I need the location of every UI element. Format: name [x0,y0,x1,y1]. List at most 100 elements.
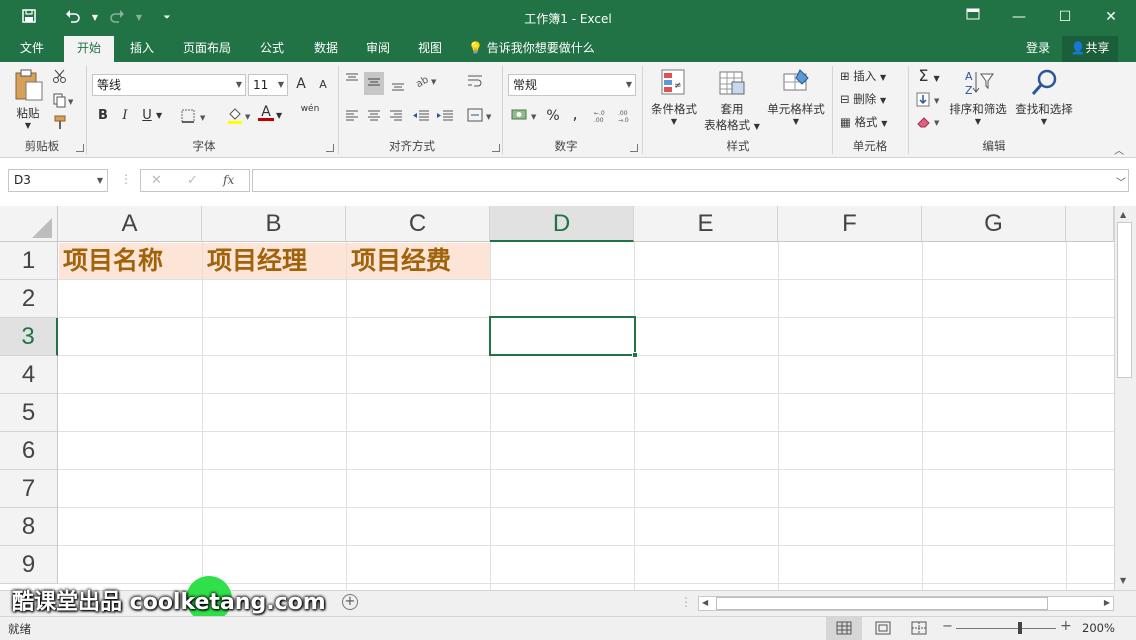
signin-link[interactable]: 登录 [1018,36,1058,62]
bottom-align-icon[interactable] [390,76,406,95]
clipboard-launcher-icon[interactable] [76,144,84,152]
merge-center-icon[interactable]: ▼ [466,106,494,127]
tab-review[interactable]: 审阅 [354,36,402,62]
zoom-slider-track[interactable] [956,628,1056,629]
alignment-launcher-icon[interactable] [492,144,500,152]
column-header-e[interactable]: E [634,206,778,242]
zoom-in-button[interactable]: + [1060,618,1072,634]
paste-button[interactable]: 粘贴 ▼ [10,68,46,130]
new-sheet-icon[interactable]: + [342,594,358,610]
page-layout-view-button[interactable] [870,617,896,640]
column-header-h[interactable] [1066,206,1114,242]
font-color-button[interactable]: A [258,104,274,121]
ribbon-display-icon[interactable] [950,0,996,34]
vertical-scroll-thumb[interactable] [1117,222,1132,378]
tab-page-layout[interactable]: 页面布局 [176,36,238,62]
page-break-view-button[interactable] [906,617,932,640]
row-header-8[interactable]: 8 [0,508,58,546]
borders-icon[interactable]: ▼ [180,108,210,127]
number-launcher-icon[interactable] [630,144,638,152]
column-header-d[interactable]: D [490,206,634,242]
cell-c1[interactable]: 项目经费 [346,242,490,280]
row-header-3[interactable]: 3 [0,318,58,356]
column-header-g[interactable]: G [922,206,1066,242]
collapse-ribbon-icon[interactable]: ︿ [1114,142,1124,157]
row-header-5[interactable]: 5 [0,394,58,432]
column-header-b[interactable]: B [202,206,346,242]
scroll-up-icon[interactable]: ▲ [1120,210,1126,219]
minimize-icon[interactable]: — [996,0,1042,34]
zoom-out-button[interactable]: − [942,619,953,634]
wrap-text-icon[interactable] [466,72,484,93]
fill-color-icon[interactable]: ▼ [226,106,256,129]
find-select-button[interactable]: 查找和选择 ▼ [1010,68,1078,134]
middle-align-icon[interactable] [364,72,384,95]
format-painter-icon[interactable] [52,114,68,133]
align-center-icon[interactable] [366,108,382,127]
active-cell-d3[interactable] [489,316,638,358]
column-header-a[interactable]: A [58,206,202,242]
format-cells-button[interactable]: ▦ 格式 ▼ [840,114,887,130]
phonetic-button[interactable]: wén [300,104,320,114]
shrink-font-button[interactable]: A [316,78,330,91]
sort-filter-button[interactable]: AZ 排序和筛选 ▼ [946,68,1010,134]
accounting-format-icon[interactable]: ▼ [510,106,540,127]
zoom-slider-thumb[interactable] [1018,622,1022,634]
autosum-button[interactable]: Σ ▼ [914,66,944,85]
italic-button[interactable]: I [118,108,132,123]
cell-b1[interactable]: 项目经理 [202,242,346,280]
normal-view-button[interactable] [826,617,862,640]
scroll-down-icon[interactable]: ▼ [1120,576,1126,585]
scroll-left-icon[interactable]: ◀ [702,598,708,607]
insert-function-icon[interactable]: fx [223,173,234,187]
name-box[interactable]: D3 ▼ [8,169,108,192]
share-button[interactable]: 👤共享 [1062,36,1118,62]
increase-decimal-icon[interactable]: ←.0.00 [594,108,612,127]
fill-handle[interactable] [632,352,638,358]
row-header-7[interactable]: 7 [0,470,58,508]
underline-button[interactable]: U [140,108,154,123]
column-header-c[interactable]: C [346,206,490,242]
zoom-level[interactable]: 200% [1082,621,1115,635]
row-header-1[interactable]: 1 [0,242,58,280]
align-left-icon[interactable] [344,108,360,127]
font-color-dropdown-icon[interactable]: ▼ [276,111,282,120]
maximize-icon[interactable]: ☐ [1042,0,1088,34]
cell-styles-button[interactable]: 单元格样式 ▼ [764,68,828,134]
percent-button[interactable]: % [546,108,560,124]
expand-formula-bar-icon[interactable]: ﹀ [1116,174,1126,189]
format-as-table-button[interactable]: 套用 表格格式 ▼ [700,68,764,134]
fill-icon[interactable]: ▼ [916,92,944,111]
select-all-corner[interactable] [0,206,58,242]
tab-view[interactable]: 视图 [406,36,454,62]
tab-formulas[interactable]: 公式 [248,36,296,62]
font-name-dropdown[interactable]: 等线 ▼ [92,74,246,96]
close-icon[interactable]: ✕ [1088,0,1134,34]
cancel-icon[interactable]: ✕ [151,173,162,188]
conditional-formatting-button[interactable]: ≠ 条件格式 ▼ [648,68,700,134]
formula-input[interactable] [252,169,1129,192]
worksheet-grid[interactable]: A B C D E F G 1 2 3 4 5 6 7 8 9 项目名称 项目经… [0,206,1114,590]
comma-button[interactable]: , [570,104,580,123]
scroll-right-icon[interactable]: ▶ [1104,598,1110,607]
orientation-icon[interactable]: ab ▼ [414,72,440,93]
column-header-f[interactable]: F [778,206,922,242]
tab-home[interactable]: 开始 [64,36,114,62]
tab-file[interactable]: 文件 [8,36,56,62]
insert-cells-button[interactable]: ⊞ 插入 ▼ [840,68,886,84]
increase-indent-icon[interactable] [436,108,454,127]
tab-insert[interactable]: 插入 [118,36,166,62]
grow-font-button[interactable]: A [294,76,308,92]
decrease-indent-icon[interactable] [412,108,430,127]
underline-dropdown-icon[interactable]: ▼ [156,111,162,120]
align-right-icon[interactable] [388,108,404,127]
top-align-icon[interactable] [344,72,360,91]
tell-me-box[interactable]: 💡 告诉我你想要做什么 [468,36,608,62]
row-header-4[interactable]: 4 [0,356,58,394]
bold-button[interactable]: B [96,108,110,123]
row-header-2[interactable]: 2 [0,280,58,318]
row-header-9[interactable]: 9 [0,546,58,584]
cell-a1[interactable]: 项目名称 [58,242,202,280]
font-size-dropdown[interactable]: 11 ▼ [248,74,288,96]
enter-icon[interactable]: ✓ [187,173,198,188]
